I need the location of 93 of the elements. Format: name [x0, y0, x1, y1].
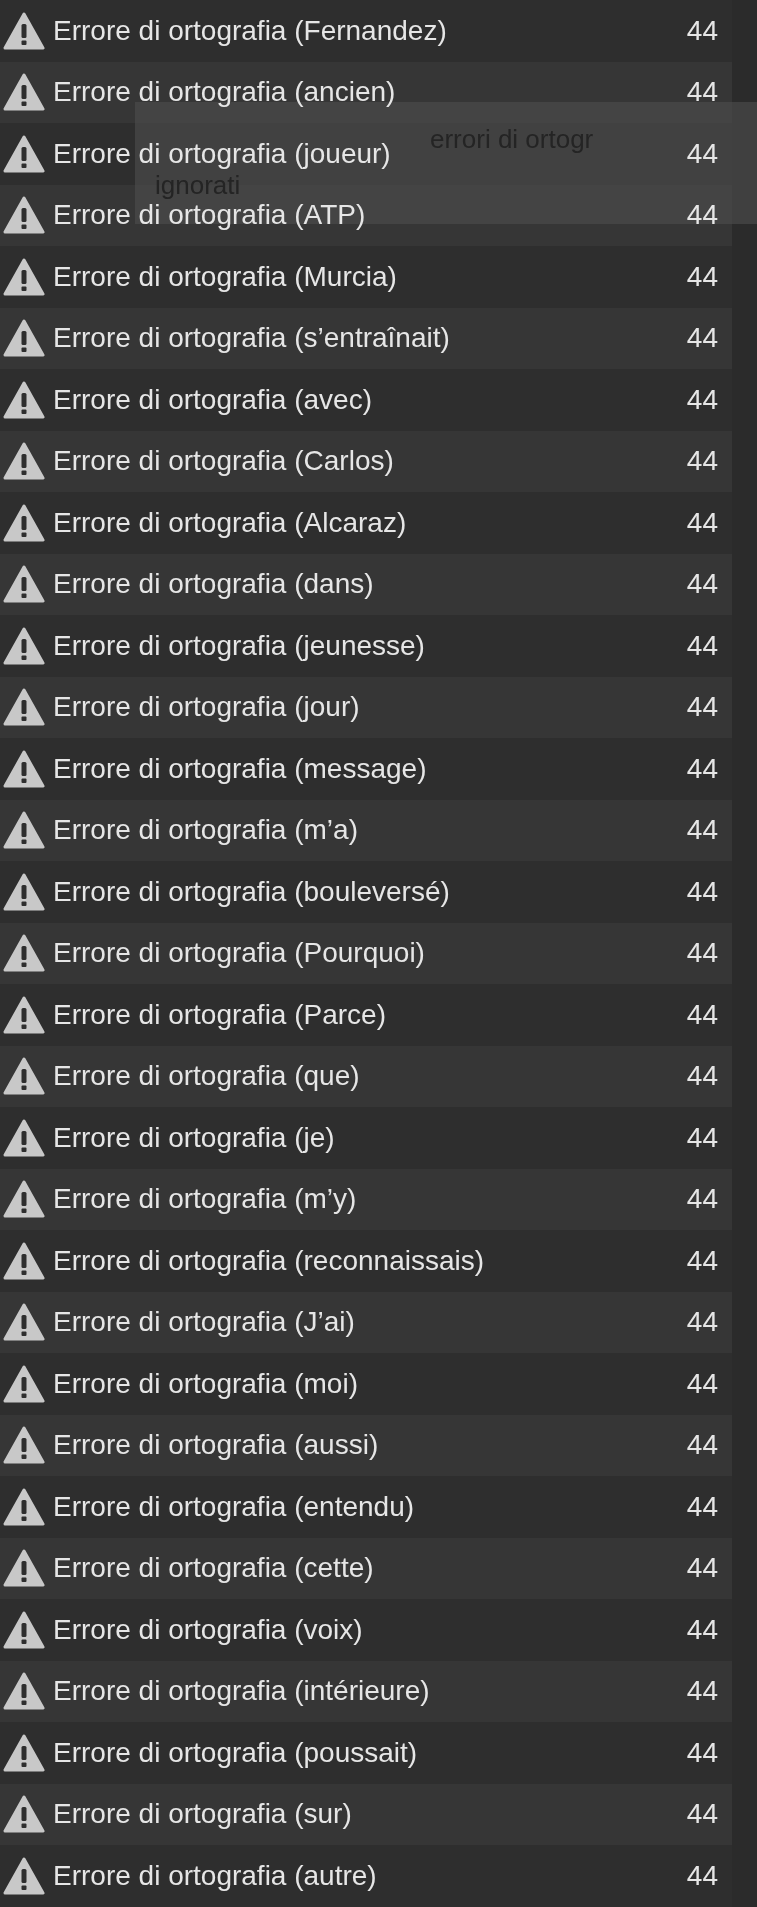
warning-icon [3, 1733, 45, 1772]
error-message: Errore di ortografia (Pourquoi) [53, 938, 425, 969]
error-message: Errore di ortografia (dans) [53, 569, 374, 600]
warning-icon [3, 1426, 45, 1465]
error-count: 44 [686, 1184, 718, 1215]
warning-icon [3, 73, 45, 112]
warning-icon [3, 1303, 45, 1342]
error-count: 44 [686, 1061, 718, 1092]
error-message: Errore di ortografia (voix) [53, 1614, 363, 1645]
error-message: Errore di ortografia (ancien) [53, 77, 396, 108]
warning-icon [3, 1057, 45, 1096]
error-count: 44 [686, 1430, 718, 1461]
error-count: 44 [686, 1491, 718, 1522]
error-count: 44 [686, 815, 718, 846]
error-count: 44 [686, 1676, 718, 1707]
warning-icon [3, 1795, 45, 1834]
warning-icon [3, 1118, 45, 1157]
error-message: Errore di ortografia (s’entraînait) [53, 323, 450, 354]
error-message: Errore di ortografia (Alcaraz) [53, 507, 407, 538]
error-message: Errore di ortografia (Parce) [53, 999, 386, 1030]
warning-icon [3, 934, 45, 973]
error-count: 44 [686, 938, 718, 969]
warning-icon [3, 995, 45, 1034]
warning-icon [3, 749, 45, 788]
error-message: Errore di ortografia (joueur) [53, 138, 391, 169]
error-message: Errore di ortografia (J’ai) [53, 1307, 355, 1338]
warning-icon [3, 380, 45, 419]
error-message: Errore di ortografia (reconnaissais) [53, 1245, 485, 1276]
error-message: Errore di ortografia (bouleversé) [53, 876, 450, 907]
warning-icon [3, 257, 45, 296]
error-count: 44 [686, 1368, 718, 1399]
error-message: Errore di ortografia (autre) [53, 1860, 377, 1891]
error-count: 44 [686, 753, 718, 784]
warning-icon [3, 1487, 45, 1526]
error-count: 44 [686, 138, 718, 169]
warning-icon [3, 1610, 45, 1649]
error-message: Errore di ortografia (message) [53, 753, 427, 784]
error-message: Errore di ortografia (m’a) [53, 815, 358, 846]
warning-icon [3, 688, 45, 727]
error-message: Errore di ortografia (entendu) [53, 1491, 415, 1522]
error-count: 44 [686, 1245, 718, 1276]
error-message: Errore di ortografia (Murcia) [53, 261, 397, 292]
error-message: Errore di ortografia (Carlos) [53, 446, 394, 477]
error-count: 44 [686, 200, 718, 231]
error-count: 44 [686, 569, 718, 600]
warning-icon [3, 319, 45, 358]
warning-icon [3, 1856, 45, 1895]
error-count: 44 [686, 1860, 718, 1891]
warning-icon [3, 196, 45, 235]
error-message: Errore di ortografia (avec) [53, 384, 372, 415]
error-count: 44 [686, 1737, 718, 1768]
error-count: 44 [686, 1122, 718, 1153]
error-message: Errore di ortografia (jeunesse) [53, 630, 425, 661]
error-count: 44 [686, 1307, 718, 1338]
error-message: Errore di ortografia (aussi) [53, 1430, 379, 1461]
warning-icon [3, 134, 45, 173]
error-count: 44 [686, 77, 718, 108]
error-message: Errore di ortografia (Fernandez) [53, 15, 447, 46]
warning-icon [3, 1549, 45, 1588]
warning-icon [3, 626, 45, 665]
error-count: 44 [686, 1553, 718, 1584]
error-count: 44 [686, 507, 718, 538]
warning-icon [3, 11, 45, 50]
error-message: Errore di ortografia (que) [53, 1061, 360, 1092]
error-message: Errore di ortografia (ATP) [53, 200, 366, 231]
error-count: 44 [686, 323, 718, 354]
warning-icon [3, 442, 45, 481]
error-count: 44 [686, 876, 718, 907]
warning-icon [3, 1241, 45, 1280]
error-message: Errore di ortografia (cette) [53, 1553, 374, 1584]
warning-icon [3, 565, 45, 604]
error-message: Errore di ortografia (m’y) [53, 1184, 357, 1215]
error-count: 44 [686, 384, 718, 415]
error-message: Errore di ortografia (sur) [53, 1799, 352, 1830]
error-count: 44 [686, 1799, 718, 1830]
warning-icon [3, 1364, 45, 1403]
error-count: 44 [686, 261, 718, 292]
error-message: Errore di ortografia (intérieure) [53, 1676, 430, 1707]
error-count: 44 [686, 692, 718, 723]
error-count: 44 [686, 1614, 718, 1645]
warning-icon [3, 503, 45, 542]
warning-icon [3, 1672, 45, 1711]
error-message: Errore di ortografia (moi) [53, 1368, 358, 1399]
error-count: 44 [686, 999, 718, 1030]
error-message: Errore di ortografia (je) [53, 1122, 335, 1153]
error-count: 44 [686, 446, 718, 477]
warning-icon [3, 811, 45, 850]
warning-icon [3, 1180, 45, 1219]
warning-icon [3, 872, 45, 911]
error-message: Errore di ortografia (jour) [53, 692, 360, 723]
error-count: 44 [686, 15, 718, 46]
error-message: Errore di ortografia (poussait) [53, 1737, 418, 1768]
error-count: 44 [686, 630, 718, 661]
